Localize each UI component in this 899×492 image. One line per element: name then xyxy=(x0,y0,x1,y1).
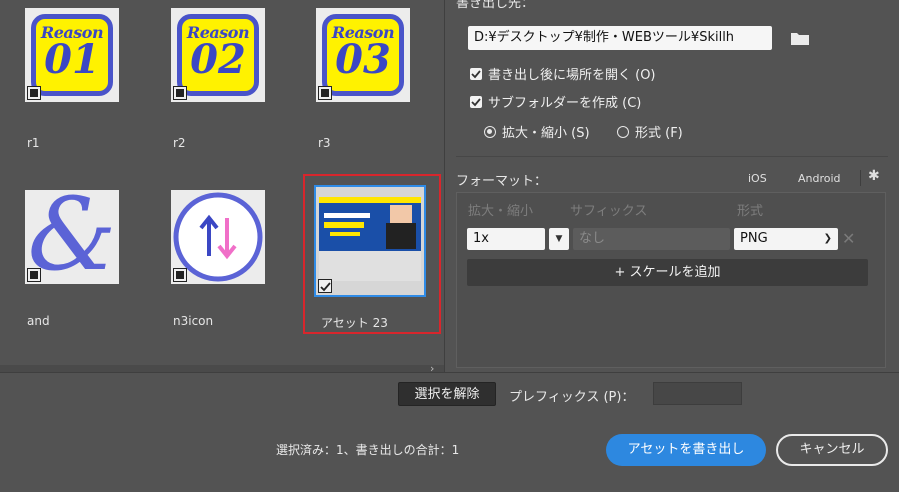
deselect-button[interactable]: 選択を解除 xyxy=(398,382,496,406)
column-header-suffix: サフィックス xyxy=(570,204,648,219)
asset-grid: Reason 01 r1 Reason 02 r2 Reason 03 r3 &… xyxy=(0,0,444,372)
radio-button[interactable] xyxy=(617,125,629,138)
asset-label: and xyxy=(27,314,50,328)
asset-tile-r3[interactable]: Reason 03 xyxy=(316,8,410,102)
format-select[interactable]: PNG ❯ xyxy=(734,228,838,250)
scroll-right-icon[interactable]: › xyxy=(430,362,434,375)
format-radio-option[interactable]: 形式 (F) xyxy=(617,122,683,141)
suffix-input[interactable]: なし xyxy=(573,228,730,250)
gear-icon[interactable]: ✱ xyxy=(868,168,880,184)
asset-label: アセット 23 xyxy=(321,316,388,330)
radio-button[interactable] xyxy=(484,125,496,138)
prefix-label: プレフィックス (P)： xyxy=(509,390,635,405)
export-path-field[interactable]: D:¥デスクトップ¥制作・WEBツール¥Skillh xyxy=(468,26,772,50)
column-header-scale: 拡大・縮小 xyxy=(468,204,534,219)
asset-checkbox[interactable] xyxy=(27,86,41,100)
panel-divider xyxy=(444,0,445,372)
prefix-input[interactable] xyxy=(653,382,742,405)
export-assets-button[interactable]: アセットを書き出し xyxy=(606,434,766,466)
ios-preset-link[interactable]: iOS xyxy=(748,172,767,185)
reason-number: 01 xyxy=(44,36,100,83)
export-to-heading: 書き出し先： xyxy=(456,0,535,11)
reason-card: Reason 01 xyxy=(31,14,113,96)
section-divider xyxy=(456,156,888,157)
android-preset-link[interactable]: Android xyxy=(798,172,841,185)
asset-label: n3icon xyxy=(173,314,214,328)
chevron-down-icon[interactable]: ▼ xyxy=(549,228,569,250)
asset-label: r3 xyxy=(318,136,331,150)
asset-checkbox[interactable] xyxy=(173,86,187,100)
scale-input[interactable]: 1x xyxy=(467,228,545,250)
asset-checkbox[interactable] xyxy=(27,268,41,282)
checkbox[interactable] xyxy=(470,95,482,108)
asset-checkbox[interactable] xyxy=(173,268,187,282)
banner-thumbnail-image xyxy=(316,187,424,295)
asset-label: r1 xyxy=(27,136,40,150)
reason-card: Reason 02 xyxy=(177,14,259,96)
radio-label: 拡大・縮小 (S) xyxy=(502,126,590,141)
reason-number: 02 xyxy=(190,36,246,83)
checkmark-icon xyxy=(471,97,481,106)
scale-radio-option[interactable]: 拡大・縮小 (S) xyxy=(484,122,590,141)
format-select-value: PNG xyxy=(740,231,768,246)
add-scale-button[interactable]: + スケールを追加 xyxy=(467,259,868,286)
horizontal-scrollbar[interactable] xyxy=(0,365,444,372)
separator xyxy=(860,170,861,186)
bottom-divider xyxy=(0,372,899,373)
create-subfolders-option[interactable]: サブフォルダーを作成 (C) xyxy=(470,92,641,111)
close-icon[interactable]: ✕ xyxy=(842,228,855,250)
checkbox-label: 書き出し後に場所を開く (O) xyxy=(488,68,656,83)
asset-tile-and[interactable]: & xyxy=(25,180,119,290)
radio-label: 形式 (F) xyxy=(635,126,683,141)
cancel-button[interactable]: キャンセル xyxy=(776,434,888,466)
format-heading: フォーマット： xyxy=(456,174,548,189)
chevron-down-icon: ❯ xyxy=(823,233,832,244)
reason-number: 03 xyxy=(335,36,391,83)
asset-checkbox-checked[interactable] xyxy=(318,279,332,293)
checkmark-icon xyxy=(471,69,481,78)
selection-summary: 選択済み：1、書き出しの合計：1 xyxy=(276,443,460,457)
asset-checkbox[interactable] xyxy=(318,86,332,100)
asset-label: r2 xyxy=(173,136,186,150)
checkmark-icon xyxy=(320,282,331,292)
asset-tile-r1[interactable]: Reason 01 xyxy=(25,8,119,102)
asset-tile-asset-23[interactable] xyxy=(314,185,426,297)
asset-tile-n3icon[interactable] xyxy=(171,190,265,284)
reason-card: Reason 03 xyxy=(322,14,404,96)
folder-icon[interactable] xyxy=(790,30,810,46)
checkbox-label: サブフォルダーを作成 (C) xyxy=(488,96,642,111)
asset-tile-r2[interactable]: Reason 02 xyxy=(171,8,265,102)
open-after-export-option[interactable]: 書き出し後に場所を開く (O) xyxy=(470,64,656,83)
column-header-format: 形式 xyxy=(737,204,764,219)
checkbox[interactable] xyxy=(470,67,482,80)
